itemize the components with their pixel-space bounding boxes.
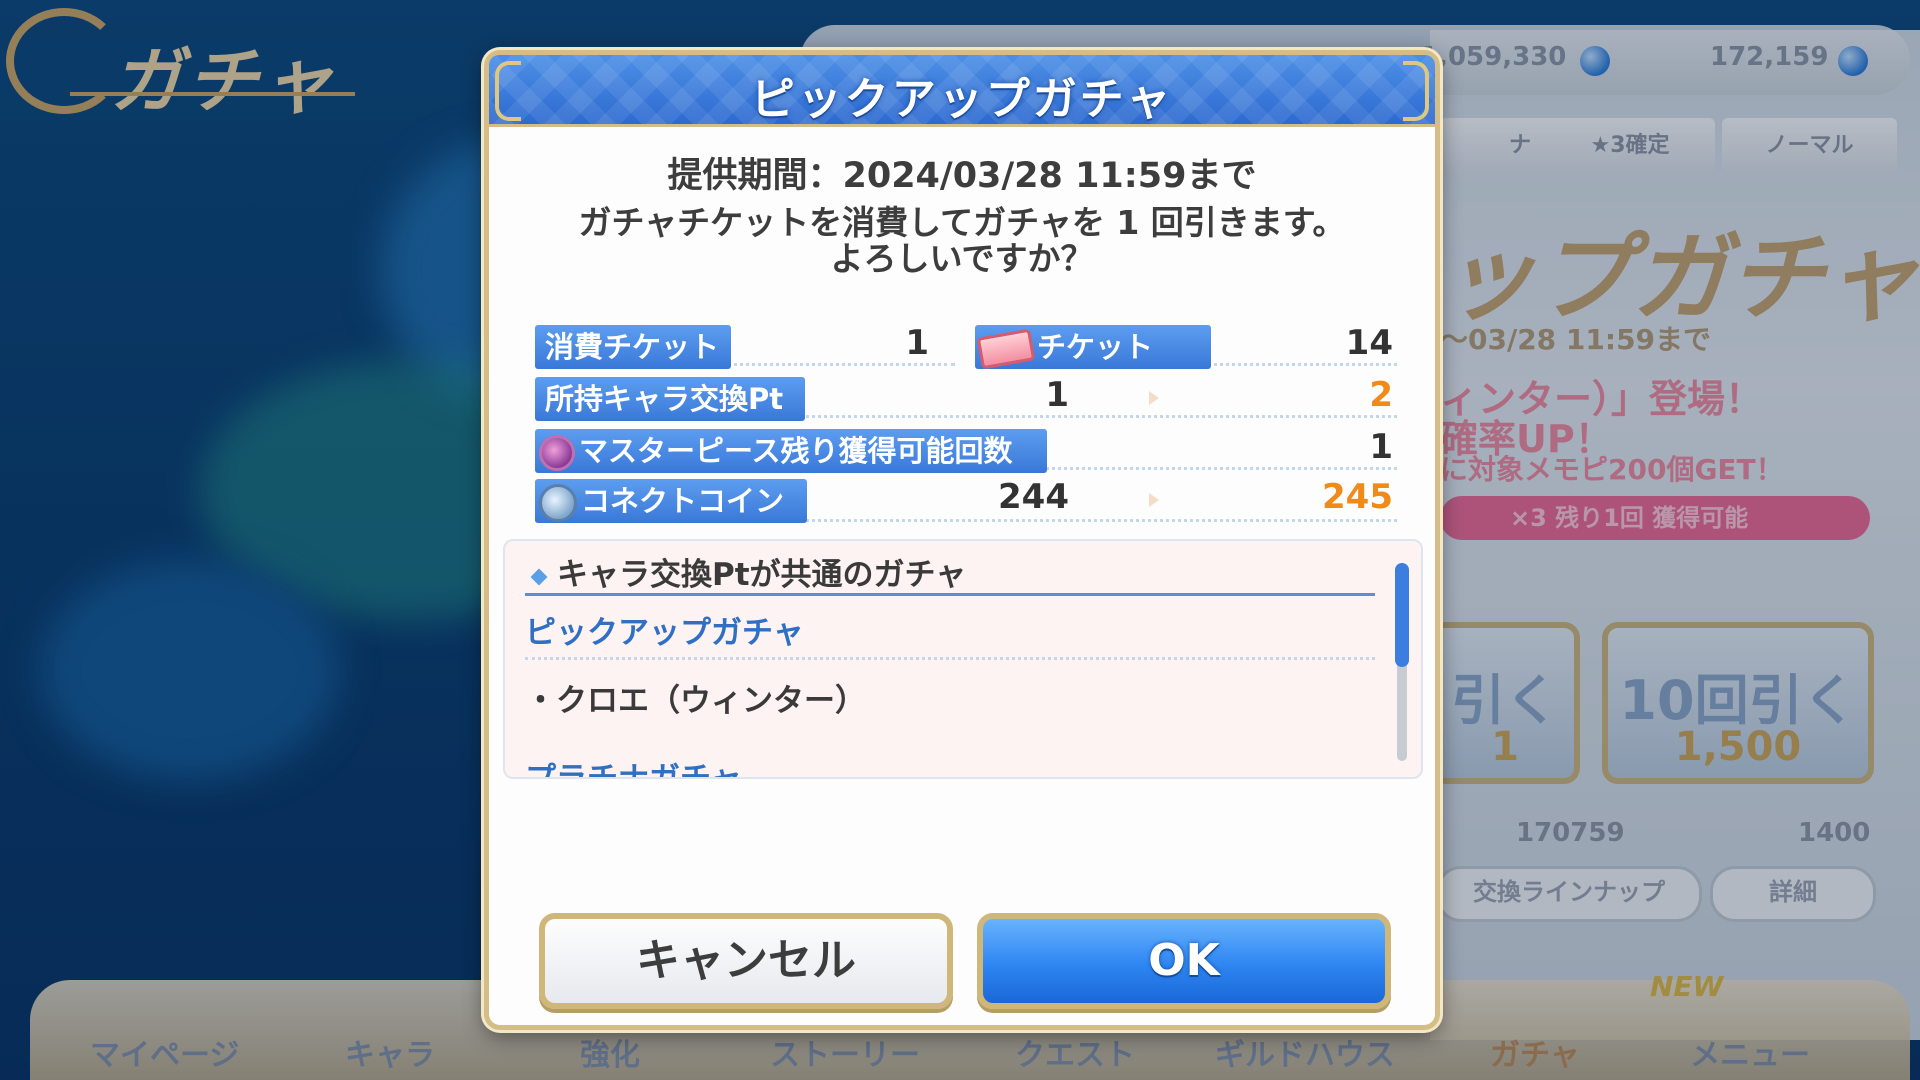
ticket-label: チケット <box>975 325 1211 370</box>
connect-coin-before: 244 <box>998 477 1069 517</box>
ticket-owned-value: 14 <box>1345 323 1393 363</box>
shared-gacha-heading-text: キャラ交換Ptが共通のガチャ <box>557 557 967 593</box>
masterpiece-icon <box>539 435 575 471</box>
ok-button[interactable]: OK <box>977 913 1391 1009</box>
connect-coin-after: 245 <box>1322 477 1393 517</box>
shared-gacha-heading: キャラ交換Ptが共通のガチャ <box>530 549 967 594</box>
masterpiece-remaining-value: 1 <box>1369 427 1393 467</box>
ticket-icon <box>976 328 1036 370</box>
confirm-line-2: よろしいですか？ <box>830 239 1094 278</box>
arrow-icon <box>1149 391 1159 405</box>
exchange-pt-after: 2 <box>1369 375 1393 415</box>
diamond-bullet-icon <box>530 568 548 585</box>
cancel-button[interactable]: キャンセル <box>539 913 953 1009</box>
exchange-pt-before: 1 <box>1045 375 1069 415</box>
masterpiece-label: マスターピース残り獲得可能回数 <box>535 429 1047 473</box>
consume-ticket-label: 消費チケット <box>535 325 731 369</box>
arrow-icon <box>1149 493 1159 507</box>
gacha-confirm-dialog: ピックアップガチャ 提供期間：2024/03/28 11:59まで ガチャチケッ… <box>484 50 1440 1030</box>
shared-gacha-list[interactable]: キャラ交換Ptが共通のガチャ ピックアップガチャ ・クロエ（ウィンター） プラチ… <box>503 539 1423 779</box>
dialog-header: ピックアップガチャ <box>489 55 1435 127</box>
shared-gacha-name: ピックアップガチャ <box>525 615 804 651</box>
confirm-message: ガチャチケットを消費してガチャを 1 回引きます。 よろしいですか？ <box>489 205 1435 277</box>
confirm-line-1: ガチャチケットを消費してガチャを 1 回引きます。 <box>578 203 1346 242</box>
connect-coin-icon <box>539 484 577 522</box>
ticket-label-text: チケット <box>1037 330 1154 364</box>
consume-ticket-value: 1 <box>905 323 929 363</box>
shared-gacha-name: プラチナガチャ <box>525 761 742 779</box>
heading-underline <box>525 593 1375 596</box>
shared-gacha-character: ・クロエ（ウィンター） <box>525 683 866 719</box>
list-divider <box>525 657 1375 660</box>
exchange-pt-label: 所持キャラ交換Pt <box>535 377 805 421</box>
offer-period: 提供期間：2024/03/28 11:59まで <box>667 156 1257 196</box>
dialog-title: ピックアップガチャ <box>750 74 1174 125</box>
scrollbar-thumb[interactable] <box>1395 563 1409 667</box>
connect-coin-label: コネクトコイン <box>535 479 807 523</box>
masterpiece-label-text: マスターピース残り獲得可能回数 <box>579 434 1013 468</box>
connect-coin-label-text: コネクトコイン <box>581 484 785 518</box>
